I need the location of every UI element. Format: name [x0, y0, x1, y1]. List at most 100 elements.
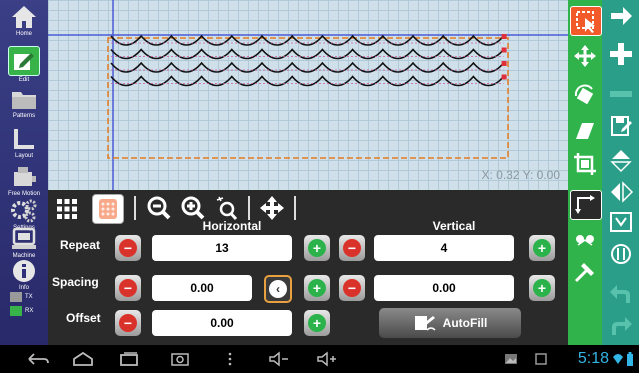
folder-icon — [12, 92, 36, 109]
recent-apps-icon[interactable] — [118, 351, 140, 367]
spacing-horizontal-minus-button[interactable]: − — [115, 275, 141, 301]
info-icon — [13, 260, 35, 282]
volume-up-icon[interactable] — [316, 351, 338, 367]
offset-label: Offset — [66, 311, 101, 325]
minus-icon: − — [343, 239, 361, 257]
autofill-icon — [414, 316, 436, 331]
spacing-vertical-minus-button[interactable]: − — [339, 275, 365, 301]
repeat-vertical-plus-button[interactable]: + — [529, 235, 555, 261]
pan-button[interactable] — [258, 194, 286, 222]
back-icon[interactable] — [26, 351, 50, 367]
mirror-button[interactable] — [606, 208, 636, 236]
vertical-header: Vertical — [432, 219, 476, 233]
minus-icon: − — [119, 239, 137, 257]
grid-view-button[interactable] — [56, 198, 78, 220]
autofill-label: AutoFill — [442, 316, 488, 330]
clock: 5:18 — [577, 350, 609, 367]
row-end-node — [501, 34, 507, 39]
mirror-icon — [610, 212, 632, 232]
undo-button[interactable] — [606, 280, 636, 308]
zoom-out-button[interactable] — [146, 194, 172, 222]
node-tool-button[interactable] — [570, 226, 600, 254]
actions-toolbar — [602, 0, 639, 345]
pattern-fill-button[interactable] — [92, 194, 124, 224]
move-tool-button[interactable] — [570, 42, 600, 70]
repeat-horizontal-minus-button[interactable]: − — [115, 235, 141, 261]
rx-indicator: RX — [10, 306, 33, 316]
sidebar-item-patterns[interactable]: Patterns — [4, 86, 44, 130]
remove-button[interactable] — [606, 80, 636, 108]
home-nav-icon[interactable] — [72, 351, 94, 367]
row-end-node — [501, 74, 507, 80]
spacing-vertical-field[interactable]: 0.00 — [374, 275, 514, 301]
stitch-tool-button[interactable] — [570, 258, 600, 286]
transform-button[interactable] — [606, 240, 636, 268]
spacing-horizontal-field[interactable]: 0.00 — [152, 275, 252, 301]
screenshot-icon[interactable] — [170, 351, 190, 367]
settings-icon — [11, 199, 37, 223]
plus-icon: + — [308, 314, 326, 332]
sidebar-item-label: Free Motion — [7, 191, 40, 197]
edit-icon — [14, 53, 34, 70]
repeat-label: Repeat — [60, 238, 101, 252]
sidebar-item-edit[interactable]: Edit — [4, 46, 44, 90]
crop-tool-button[interactable] — [570, 150, 600, 178]
minus-icon — [610, 91, 632, 97]
zoom-in-icon — [181, 196, 205, 220]
scallop-row — [110, 48, 505, 60]
spacing-vertical-plus-button[interactable]: + — [529, 275, 555, 301]
machine-icon — [12, 227, 36, 249]
save-button[interactable] — [606, 112, 636, 140]
coordinate-readout: X: 0.32 Y: 0.00 — [481, 168, 560, 182]
zoom-fit-button[interactable] — [214, 194, 240, 222]
save-icon — [611, 116, 632, 136]
offset-field[interactable]: 0.00 — [152, 310, 292, 336]
minus-icon: − — [119, 279, 137, 297]
fill-area-outline — [107, 37, 509, 159]
repeat-tool-button[interactable] — [570, 190, 602, 220]
plus-icon — [610, 43, 632, 65]
flip-horizontal-button[interactable] — [606, 178, 636, 206]
next-button[interactable] — [606, 2, 636, 30]
plus-icon: + — [308, 279, 326, 297]
toolbar-divider — [248, 196, 250, 220]
repeat-horizontal-plus-button[interactable]: + — [304, 235, 330, 261]
zoom-in-button[interactable] — [180, 194, 206, 222]
offset-plus-button[interactable]: + — [304, 310, 330, 336]
rotate-tool-button[interactable] — [570, 82, 600, 110]
repeat-vertical-minus-button[interactable]: − — [339, 235, 365, 261]
edit-icon-wrap — [8, 46, 40, 76]
toolbar-divider — [134, 196, 136, 220]
tx-led — [10, 292, 22, 302]
grid-icon — [57, 199, 77, 219]
plus-icon: + — [308, 239, 326, 257]
minus-icon: − — [343, 279, 361, 297]
tx-label: TX — [25, 294, 33, 300]
sidebar-item-label: Patterns — [12, 113, 36, 119]
repeat-horizontal-field[interactable]: 13 — [152, 235, 292, 261]
arrow-right-icon — [611, 7, 632, 25]
toolbar-divider — [294, 196, 296, 220]
spacing-lock-button[interactable]: ‹ — [264, 275, 292, 303]
flip-horizontal-icon — [611, 181, 634, 203]
repeat-vertical-field[interactable]: 4 — [374, 235, 514, 261]
spacing-horizontal-plus-button[interactable]: + — [304, 275, 330, 301]
volume-down-icon[interactable] — [268, 351, 290, 367]
rotate-icon — [574, 84, 594, 105]
sidebar-item-home[interactable]: Home — [4, 4, 44, 48]
autofill-button[interactable]: AutoFill — [379, 308, 521, 338]
menu-icon[interactable] — [226, 351, 234, 367]
system-navigation-bar: 5:18 — [0, 345, 639, 373]
wifi-icon — [613, 354, 623, 364]
flip-vertical-button[interactable] — [606, 146, 636, 174]
pattern-canvas[interactable]: X: 0.32 Y: 0.00 — [48, 0, 568, 190]
add-button[interactable] — [606, 40, 636, 68]
select-tool-button[interactable] — [570, 6, 602, 36]
sidebar-item-label: Layout — [14, 153, 33, 159]
rx-led — [10, 306, 22, 316]
offset-minus-button[interactable]: − — [115, 310, 141, 336]
battery-icon — [627, 352, 633, 366]
redo-button[interactable] — [606, 312, 636, 340]
skew-tool-button[interactable] — [570, 116, 600, 144]
gallery-notification-icon — [505, 354, 517, 364]
